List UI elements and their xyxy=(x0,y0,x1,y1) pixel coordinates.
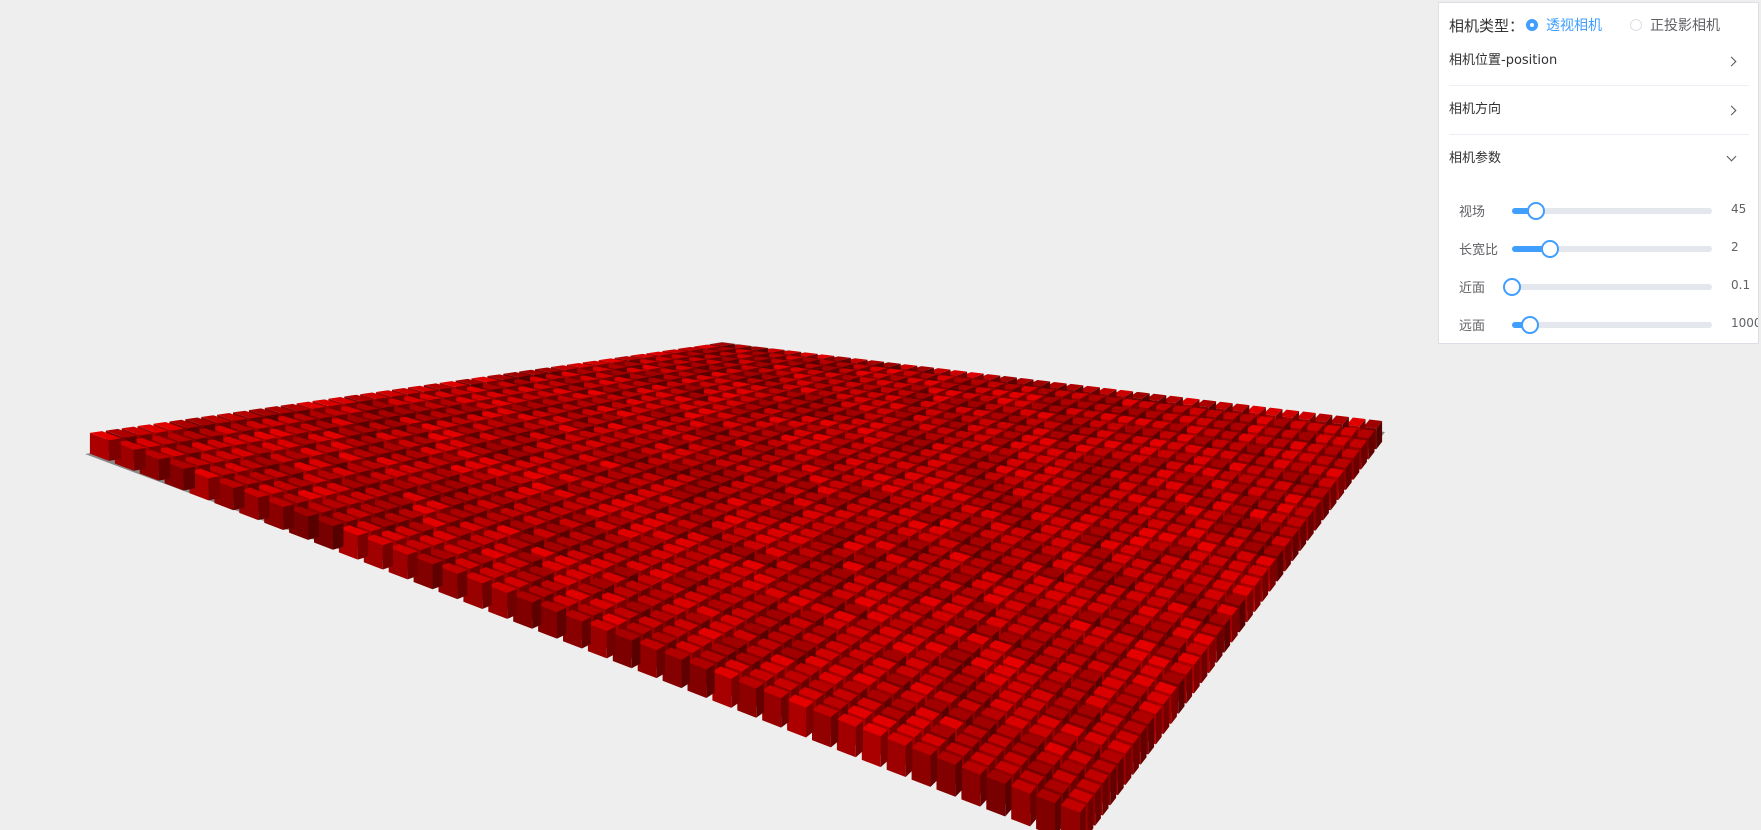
cube xyxy=(986,769,1012,817)
cube xyxy=(861,722,888,768)
near-slider[interactable] xyxy=(1503,278,1712,296)
cube xyxy=(687,656,715,698)
section-camera-params-title: 相机参数 xyxy=(1449,151,1502,166)
near-slider-handle[interactable] xyxy=(1503,278,1521,296)
cube xyxy=(886,732,913,777)
cube xyxy=(911,741,938,787)
cube xyxy=(587,619,616,659)
cube xyxy=(737,675,765,718)
radio-checked-icon[interactable] xyxy=(1526,19,1539,31)
camera-type-label: 相机类型： xyxy=(1449,16,1525,35)
param-row-near: 近面 0.1 xyxy=(1449,267,1751,305)
cube xyxy=(936,750,962,797)
radio-perspective-camera[interactable]: 透视相机 xyxy=(1526,15,1602,35)
section-camera-params: 相机参数 视场 45 长宽比 2 近面 0.1 远面 1000 xyxy=(1449,135,1758,343)
radio-orthographic-camera[interactable]: 正投影相机 xyxy=(1630,15,1720,35)
cube xyxy=(762,685,789,728)
section-camera-direction-title: 相机方向 xyxy=(1449,102,1502,117)
radio-orthographic-label: 正投影相机 xyxy=(1650,18,1721,34)
chevron-right-icon xyxy=(1726,105,1737,116)
cube xyxy=(836,713,864,758)
param-aspect-label: 长宽比 xyxy=(1459,243,1499,258)
param-near-label: 近面 xyxy=(1459,281,1486,296)
param-row-aspect: 长宽比 2 xyxy=(1449,229,1749,267)
aspect-slider[interactable] xyxy=(1512,240,1712,258)
section-camera-direction-header[interactable]: 相机方向 xyxy=(1449,86,1749,134)
fov-slider[interactable] xyxy=(1512,202,1712,220)
radio-unchecked-icon[interactable] xyxy=(1630,19,1643,31)
cube xyxy=(513,591,542,629)
param-row-far: 远面 1000 xyxy=(1449,305,1758,343)
param-aspect-value: 2 xyxy=(1731,240,1739,254)
camera-params-content: 视场 45 长宽比 2 近面 0.1 远面 1000 xyxy=(1449,183,1758,343)
camera-settings-collapse: 相机位置-position 相机方向 相机参数 视场 45 长宽比 2 近面 0… xyxy=(1449,37,1758,343)
camera-control-panel: 相机类型： 透视相机 正投影相机 相机位置-position 相机方向 相机参数 xyxy=(1438,2,1759,344)
chevron-down-icon xyxy=(1726,151,1737,162)
radio-perspective-label: 透视相机 xyxy=(1546,18,1603,34)
cube xyxy=(811,703,839,748)
param-near-value: 0.1 xyxy=(1731,278,1751,292)
section-camera-position-header[interactable]: 相机位置-position xyxy=(1449,37,1749,85)
aspect-slider-handle[interactable] xyxy=(1541,240,1559,258)
cube xyxy=(961,760,987,807)
section-camera-position-title: 相机位置-position xyxy=(1449,53,1558,68)
fov-slider-handle[interactable] xyxy=(1527,202,1545,220)
section-camera-params-header[interactable]: 相机参数 xyxy=(1449,135,1749,183)
param-far-label: 远面 xyxy=(1459,319,1486,334)
far-slider[interactable] xyxy=(1512,316,1712,334)
cube xyxy=(488,581,517,619)
far-slider-handle[interactable] xyxy=(1521,316,1539,334)
param-far-value: 1000 xyxy=(1731,316,1759,330)
param-fov-value: 45 xyxy=(1731,202,1747,216)
section-camera-position: 相机位置-position xyxy=(1449,37,1749,86)
cube xyxy=(1011,779,1037,827)
chevron-right-icon xyxy=(1726,56,1737,67)
section-camera-direction: 相机方向 xyxy=(1449,86,1749,135)
camera-type-row: 相机类型： 透视相机 正投影相机 xyxy=(1449,13,1749,37)
cube xyxy=(787,694,814,738)
cube xyxy=(712,666,740,708)
cube xyxy=(662,647,690,689)
cube xyxy=(538,600,567,639)
cube xyxy=(562,609,591,649)
cube xyxy=(1036,788,1061,830)
cube xyxy=(637,638,666,679)
param-fov-label: 视场 xyxy=(1459,205,1486,220)
cube xyxy=(612,628,641,669)
param-row-fov: 视场 45 xyxy=(1449,191,1749,229)
